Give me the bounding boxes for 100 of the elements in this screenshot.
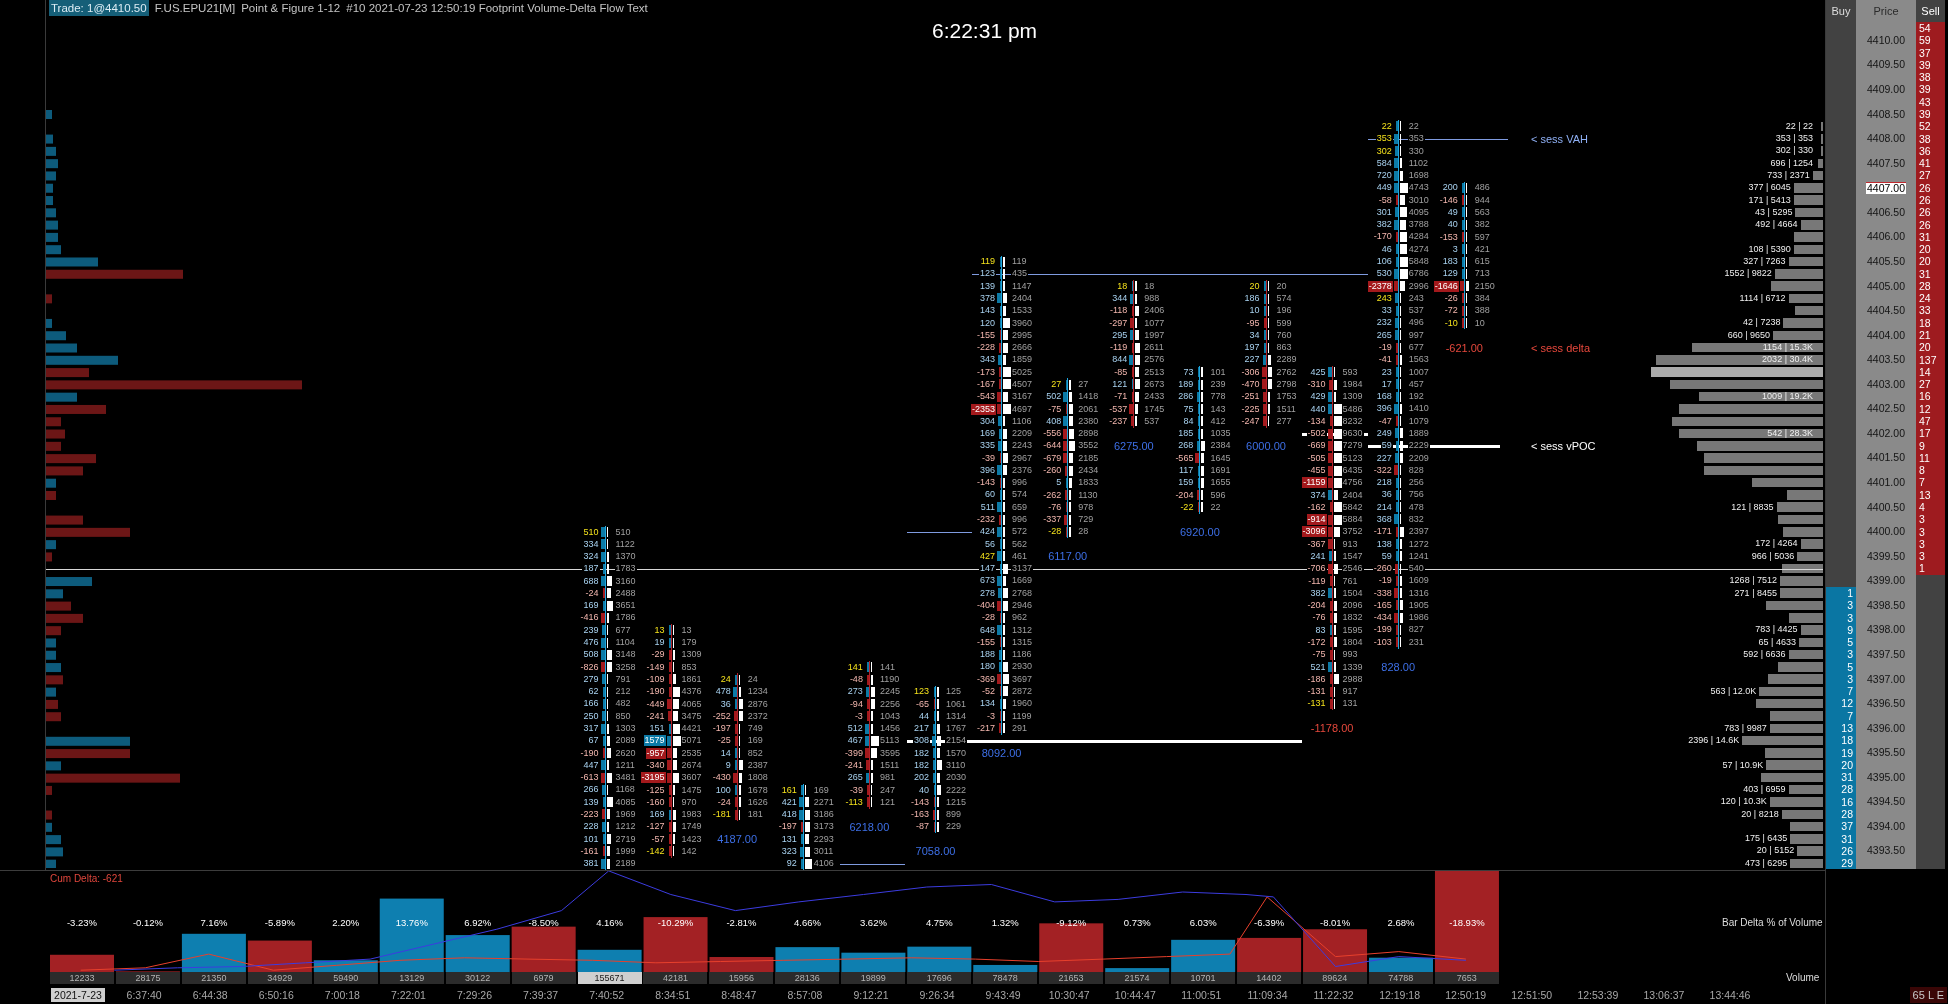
volume-cell: 10701 [1170, 972, 1235, 984]
volume-bar [1333, 404, 1342, 415]
delta-value: -24 [584, 587, 600, 599]
buy-cell[interactable]: 3 [1826, 648, 1856, 661]
buy-cell[interactable]: 5 [1826, 636, 1856, 649]
sell-cell[interactable]: 41 [1916, 157, 1945, 170]
sell-cell[interactable]: 47 [1916, 415, 1945, 428]
sell-cell[interactable]: 27 [1916, 169, 1945, 182]
volume-value: 978 [1077, 501, 1095, 513]
time-label: 10:30:47 [1047, 987, 1091, 1002]
sell-cell[interactable]: 52 [1916, 120, 1945, 133]
volume-value: 1147 [1011, 280, 1033, 292]
column-total: 7058.00 [915, 845, 956, 858]
volume-value: 970 [680, 796, 698, 808]
sell-cell[interactable]: 24 [1916, 292, 1945, 305]
sell-cell[interactable]: 38 [1916, 71, 1945, 84]
delta-value: 421 [780, 796, 798, 808]
volume-cell: 155671 [577, 972, 642, 984]
volume-value: 1997 [1143, 329, 1166, 341]
sell-cell[interactable]: 59 [1916, 34, 1945, 47]
volume-value: 5025 [1011, 366, 1034, 378]
delta-value: 334 [582, 538, 600, 550]
sell-cell[interactable]: 54 [1916, 22, 1945, 35]
volume-bar [1399, 256, 1408, 267]
sell-cell[interactable]: 1 [1916, 562, 1945, 575]
volume-value: 1511 [1275, 403, 1297, 415]
sell-cell[interactable]: 8 [1916, 464, 1945, 477]
delta-value: 239 [582, 624, 600, 636]
price-label: 4404.00 [1866, 329, 1906, 341]
volume-value: 1272 [1407, 538, 1430, 550]
volume-cell: 21350 [181, 972, 246, 984]
sell-cell[interactable]: 7 [1916, 476, 1945, 489]
column-total: 6920.00 [1180, 525, 1220, 538]
buy-cell[interactable]: 1 [1826, 586, 1856, 600]
delta-value: -957 [645, 747, 666, 759]
volume-bar [1333, 465, 1342, 476]
delta-bar [999, 490, 1002, 500]
volume-bar [606, 613, 610, 623]
volume-value: 537 [1143, 415, 1161, 427]
sell-cell[interactable]: 17 [1916, 427, 1945, 440]
sell-cell[interactable]: 20 [1916, 243, 1945, 256]
volume-value: 5842 [1341, 501, 1364, 513]
delta-value: -95 [1245, 317, 1261, 329]
volume-value: 1339 [1341, 661, 1364, 673]
sell-cell[interactable]: 3 [1916, 513, 1945, 526]
sell-cell[interactable]: 27 [1916, 378, 1945, 391]
profile-value: 966 | 5036 [1751, 550, 1795, 562]
delta-value: 182 [912, 760, 930, 771]
sell-cell[interactable]: 26 [1916, 206, 1945, 219]
time-label: 8:34:51 [654, 987, 692, 1002]
delta-value: 521 [1309, 661, 1327, 673]
sell-cell[interactable]: 20 [1916, 255, 1945, 268]
volume-value: 596 [1209, 489, 1227, 501]
delta-value: 44 [918, 710, 930, 722]
buy-cell[interactable]: 3 [1826, 599, 1856, 612]
volume-value: 3110 [945, 760, 967, 771]
delta-bar [1395, 625, 1398, 635]
volume-value: 1626 [746, 796, 769, 808]
delta-value: -149 [645, 661, 666, 673]
sell-cell[interactable]: 33 [1916, 304, 1945, 317]
sell-cell[interactable]: 39 [1916, 83, 1945, 96]
sell-cell[interactable]: 20 [1916, 341, 1945, 354]
profile-value: 302 | 330 [1775, 145, 1813, 157]
buy-cell[interactable]: 28 [1826, 808, 1856, 821]
buy-cell[interactable]: 28 [1826, 783, 1856, 796]
volume-bar [1003, 404, 1011, 414]
buy-cell[interactable]: 37 [1826, 820, 1856, 833]
volume-value: 142 [680, 845, 698, 857]
percent-label: 1.32% [991, 917, 1019, 928]
delta-value: 34 [1248, 329, 1261, 341]
delta-value: -10 [1443, 317, 1459, 329]
volume-bar [1333, 662, 1336, 672]
delta-value: 9 [724, 759, 732, 771]
buy-cell[interactable]: 13 [1826, 722, 1856, 735]
volume-cell: 19899 [841, 972, 906, 984]
volume-cell: 21574 [1105, 972, 1169, 984]
sell-cell[interactable]: 21 [1916, 329, 1945, 342]
buy-cell[interactable]: 31 [1826, 771, 1856, 784]
buy-cell[interactable]: 12 [1826, 697, 1856, 710]
profile-value: 492 | 4664 [1755, 219, 1798, 231]
volume-value: 1315 [1011, 636, 1034, 648]
sell-cell[interactable]: 3 [1916, 550, 1945, 563]
volume-value: 1211 [614, 759, 636, 771]
time-label: 12:51:50 [1510, 987, 1554, 1002]
delta-value: 408 [1045, 415, 1063, 427]
buy-cell[interactable]: 29 [1826, 857, 1856, 870]
sell-cell[interactable]: 16 [1916, 390, 1945, 403]
volume-value: 1645 [1209, 452, 1232, 464]
volume-value: 1511 [878, 759, 901, 771]
profile-value: 20 | 5152 [1756, 845, 1795, 857]
column-total: 8092.00 [981, 746, 1022, 759]
profile-value: 473 | 6295 [1744, 857, 1788, 869]
buy-cell[interactable]: 7 [1826, 685, 1856, 698]
volume-value: 24 [746, 674, 759, 685]
buy-cell[interactable]: 18 [1826, 734, 1856, 747]
delta-value: 17 [1380, 378, 1393, 390]
time-label: 8:48:47 [720, 987, 758, 1002]
profile-value: 2396 | 14.6K [1688, 734, 1740, 746]
delta-value: 3 [1451, 243, 1459, 255]
delta-value: -125 [645, 784, 666, 796]
